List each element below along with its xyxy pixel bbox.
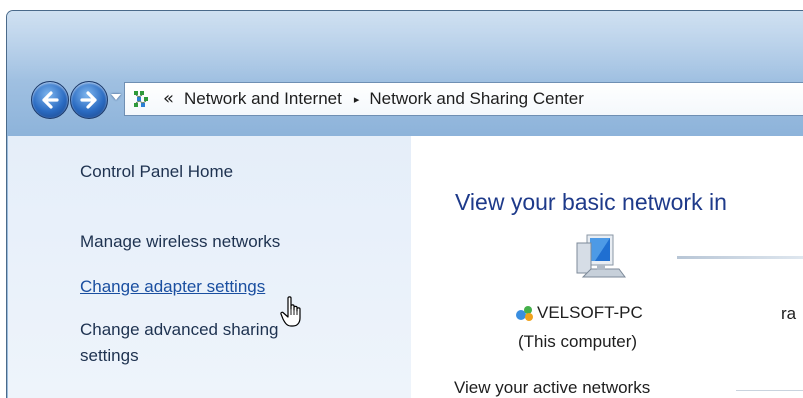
- network-control-panel-icon: [134, 91, 148, 107]
- sidebar-item-control-panel-home[interactable]: Control Panel Home: [80, 162, 233, 182]
- sidebar-item-advanced-sharing[interactable]: Change advanced sharing: [80, 320, 278, 340]
- active-networks-divider: [736, 390, 803, 391]
- breadcrumb-overflow[interactable]: «: [163, 90, 174, 108]
- back-arrow-icon: [42, 91, 59, 109]
- breadcrumb-network-and-internet[interactable]: Network and Internet: [184, 89, 342, 109]
- forward-button[interactable]: [70, 81, 108, 119]
- hand-cursor-icon: [280, 296, 301, 327]
- network-name-partial: ra: [781, 304, 797, 323]
- computer-subtitle: (This computer): [518, 332, 638, 351]
- sidebar: Control Panel Home Manage wireless netwo…: [8, 136, 411, 398]
- explorer-window: « Network and Internet ▸ Network and Sha…: [6, 10, 803, 398]
- recent-pages-dropdown[interactable]: [111, 94, 121, 100]
- window-frame: [7, 11, 803, 136]
- computer-name[interactable]: VELSOFT-PC: [515, 303, 643, 323]
- breadcrumb-separator[interactable]: ▸: [354, 93, 360, 106]
- computer-name-text: VELSOFT-PC: [537, 303, 643, 322]
- page-title: View your basic network in: [455, 189, 727, 215]
- address-bar[interactable]: « Network and Internet ▸ Network and Sha…: [124, 82, 803, 116]
- sidebar-item-advanced-sharing-line2[interactable]: settings: [80, 346, 139, 366]
- sidebar-item-change-adapter[interactable]: Change adapter settings: [80, 277, 265, 297]
- back-button[interactable]: [31, 81, 69, 119]
- active-networks-heading: View your active networks: [454, 378, 651, 397]
- main-content: View your basic network in VELSOFT-PC (T…: [411, 136, 803, 398]
- computer-icon: [576, 234, 626, 278]
- sidebar-item-manage-wireless[interactable]: Manage wireless networks: [80, 232, 280, 252]
- network-connection-line: [677, 256, 803, 259]
- forward-arrow-icon: [80, 91, 97, 109]
- breadcrumb-network-sharing-center[interactable]: Network and Sharing Center: [369, 89, 584, 109]
- homegroup-icon: [516, 306, 533, 321]
